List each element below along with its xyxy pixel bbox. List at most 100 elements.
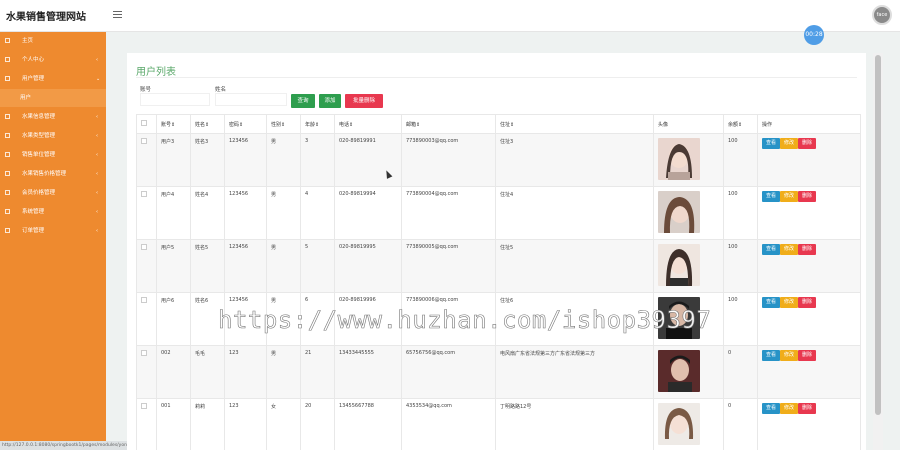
chevron-left-icon: ‹ [96,133,98,139]
name-input[interactable] [215,93,287,106]
user-photo [658,403,700,445]
cell-email: 65756756@qq.com [401,345,496,399]
edit-button[interactable]: 修改 [780,244,799,255]
view-button[interactable]: 查看 [762,138,781,149]
sidebar-item-label: 水果销售价格管理 [22,171,67,177]
cell-address: 电风扇广东省法规第三方广东省法规第三方 [495,345,654,399]
list-icon [5,171,10,176]
table-row: 001 莉莉 123 女 20 13455667788 4353534@qq.c… [136,398,861,450]
column-header[interactable]: 密码⇕ [224,114,267,134]
delete-button[interactable]: 删除 [798,244,817,255]
menu-toggle-icon[interactable] [113,9,122,19]
cell-actions: 查看 修改 删除 [757,186,861,240]
table-row: 用户3 姓名3 123456 男 3 020-89819991 77389000… [136,133,861,187]
sidebar-item-label: 水果信息管理 [22,114,56,120]
sidebar-item-member-price[interactable]: 会员价格管理 ‹ [0,184,106,202]
view-button[interactable]: 查看 [762,191,781,202]
chevron-down-icon: ⌄ [96,76,101,82]
cell-balance: 100 [723,186,758,240]
row-checkbox[interactable] [141,244,147,250]
edit-button[interactable]: 修改 [780,191,799,202]
sidebar-item-fruit-info[interactable]: 水果信息管理 ‹ [0,108,106,126]
cell-email: 773890004@qq.com [401,186,496,240]
cell-password: 123456 [224,186,267,240]
view-button[interactable]: 查看 [762,350,781,361]
view-button[interactable]: 查看 [762,403,781,414]
column-header[interactable]: 邮箱⇕ [401,114,496,134]
sidebar-item-home[interactable]: 主页 [0,32,106,50]
column-header[interactable]: 姓名⇕ [190,114,225,134]
view-button[interactable]: 查看 [762,244,781,255]
row-checkbox[interactable] [141,350,147,356]
batch-delete-button[interactable]: 批量删除 [345,94,383,108]
cell-phone: 13433445555 [334,345,402,399]
edit-button[interactable]: 修改 [780,403,799,414]
cell-photo [653,398,724,450]
cell-balance: 100 [723,239,758,293]
delete-button[interactable]: 删除 [798,297,817,308]
column-header[interactable]: 年龄⇕ [300,114,335,134]
cell-actions: 查看 修改 删除 [757,398,861,450]
cell-gender: 男 [266,345,301,399]
column-header: 操作 [757,114,861,134]
sidebar-subitem-users[interactable]: 用户 [0,89,106,107]
scrollbar-thumb[interactable] [875,55,881,415]
sidebar-item-system[interactable]: 系统管理 ‹ [0,203,106,221]
user-avatar[interactable]: face [872,5,892,25]
divider [136,77,857,78]
delete-button[interactable]: 删除 [798,138,817,149]
table-header-row: 账号⇕ 姓名⇕ 密码⇕ 性别⇕ 年龄⇕ 电话⇕ 邮箱⇕ 住址⇕ 头像 余额⇕ 操… [136,114,861,134]
cell-account: 用户5 [156,239,191,293]
sidebar-item-label: 销售单位管理 [22,152,56,158]
sidebar-item-sales-unit[interactable]: 销售单位管理 ‹ [0,146,106,164]
sidebar-item-user-management[interactable]: 用户管理 ⌄ [0,70,106,88]
add-button[interactable]: 添加 [319,94,341,108]
chevron-left-icon: ‹ [96,209,98,215]
column-header[interactable]: 住址⇕ [495,114,654,134]
cell-name: 姓名4 [190,186,225,240]
sidebar-item-label: 用户管理 [22,76,45,82]
edit-button[interactable]: 修改 [780,297,799,308]
account-label: 账号 [140,87,152,93]
row-checkbox[interactable] [141,297,147,303]
cell-balance: 100 [723,292,758,346]
cell-account: 002 [156,345,191,399]
select-all-checkbox[interactable] [141,120,147,126]
cell-balance: 0 [723,398,758,450]
edit-button[interactable]: 修改 [780,138,799,149]
row-checkbox[interactable] [141,191,147,197]
delete-button[interactable]: 删除 [798,191,817,202]
top-bar: 水果销售管理网站 face [0,0,900,32]
column-header[interactable]: 账号⇕ [156,114,191,134]
account-input[interactable] [140,93,210,106]
view-button[interactable]: 查看 [762,297,781,308]
watermark: https://www.huzhan.com/ishop39397 [218,306,712,335]
column-header[interactable]: 电话⇕ [334,114,402,134]
cell-account: 用户4 [156,186,191,240]
column-header[interactable]: 余额⇕ [723,114,758,134]
cell-address: 住址3 [495,133,654,187]
column-header[interactable]: 性别⇕ [266,114,301,134]
user-photo [658,191,700,233]
sidebar-item-fruit-type[interactable]: 水果类型管理 ‹ [0,127,106,145]
select-all-cell[interactable] [136,114,157,134]
delete-button[interactable]: 删除 [798,350,817,361]
sidebar-item-sales-price[interactable]: 水果销售价格管理 ‹ [0,165,106,183]
cell-actions: 查看 修改 删除 [757,345,861,399]
list-icon [5,190,10,195]
row-checkbox[interactable] [141,138,147,144]
name-label: 姓名 [215,87,227,93]
flag-icon [5,38,10,43]
delete-button[interactable]: 删除 [798,403,817,414]
cell-email: 773890005@qq.com [401,239,496,293]
list-icon [5,228,10,233]
edit-button[interactable]: 修改 [780,350,799,361]
cell-photo [653,345,724,399]
query-button[interactable]: 查询 [291,94,315,108]
cell-phone: 020-89819994 [334,186,402,240]
sidebar-item-profile[interactable]: 个人中心 ‹ [0,51,106,69]
cell-gender: 男 [266,239,301,293]
column-header: 头像 [653,114,724,134]
row-checkbox[interactable] [141,403,147,409]
sidebar-item-orders[interactable]: 订单管理 ‹ [0,222,106,240]
